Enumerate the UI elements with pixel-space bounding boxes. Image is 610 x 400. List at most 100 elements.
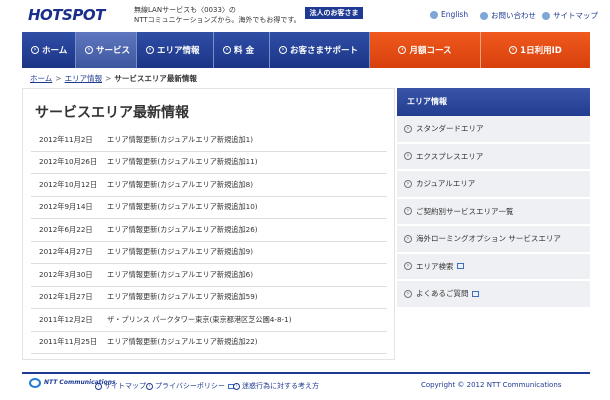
nav-service-label: サービス (96, 46, 131, 56)
footer-spam-policy-link[interactable]: › 迷惑行為に対する考え方 (233, 381, 319, 391)
sitemap-icon (542, 11, 550, 20)
sidebar-item-standard-area[interactable]: › スタンダードエリア (397, 116, 590, 144)
news-text: エリア情報更新(カジュアルエリア新規追加26) (107, 224, 258, 234)
footer-divider (22, 372, 590, 374)
corporate-customers-button[interactable]: 法人のお客さま (305, 7, 363, 19)
news-text: ザ・プリンス パークタワー東京(東京都港区芝公園4-8-1) (107, 314, 292, 324)
sidebar-item-roaming-area[interactable]: › 海外ローミングオプション サービスエリア (397, 226, 590, 254)
contact-link-label: お問い合わせ (491, 11, 536, 20)
nav-daily-id[interactable]: › 1日利用ID (481, 32, 590, 68)
chevron-right-icon: › (223, 46, 231, 54)
news-date: 2012年6月22日 (39, 224, 93, 234)
breadcrumb-home[interactable]: ホーム (30, 73, 52, 84)
sidebar-item-label: カジュアルエリア (416, 179, 476, 189)
news-item: 2012年6月22日 エリア情報更新(カジュアルエリア新規追加26) (31, 219, 387, 242)
chevron-right-icon: › (509, 46, 518, 54)
news-text: エリア情報更新(カジュアルエリア新規追加11) (107, 157, 258, 167)
news-item: 2012年11月2日 エリア情報更新(カジュアルエリア新規追加1) (31, 129, 387, 152)
sidebar-item-label: 海外ローミングオプション サービスエリア (416, 234, 561, 244)
nav-monthly-course[interactable]: › 月額コース (370, 32, 481, 68)
nav-service[interactable]: › サービス (76, 32, 137, 68)
chevron-right-icon: › (279, 46, 287, 54)
sidebar-item-area-search[interactable]: › エリア検索 (397, 253, 590, 281)
news-list: 2012年11月2日 エリア情報更新(カジュアルエリア新規追加1) 2012年1… (31, 129, 387, 354)
sidebar-item-contract-areas[interactable]: › ご契約別サービスエリア一覧 (397, 198, 590, 226)
chevron-right-icon: › (404, 152, 412, 161)
footer-privacy-link[interactable]: › プライバシーポリシー (146, 381, 234, 391)
news-date: 2012年3月30日 (39, 269, 93, 279)
nav-price[interactable]: › 料 金 (214, 32, 270, 68)
news-date: 2012年9月14日 (39, 202, 93, 212)
sitemap-link[interactable]: サイトマップ (542, 10, 598, 21)
nav-daily-label: 1日利用ID (520, 46, 562, 56)
nav-support-label: お客さまサポート (290, 46, 359, 56)
news-item: 2012年10月26日 エリア情報更新(カジュアルエリア新規追加11) (31, 152, 387, 174)
mail-icon (480, 11, 488, 20)
sidebar-item-label: よくあるご質問 (416, 289, 469, 299)
chevron-right-icon: › (146, 382, 153, 390)
sidebar-item-label: ご契約別サービスエリア一覧 (416, 206, 514, 216)
news-item: 2011年11月25日 エリア情報更新(カジュアルエリア新規追加22) (31, 332, 387, 354)
chevron-right-icon: › (95, 382, 102, 390)
breadcrumb-current: サービスエリア最新情報 (114, 74, 197, 83)
footer-spam-label: 迷惑行為に対する考え方 (242, 382, 319, 390)
chevron-right-icon: › (146, 46, 154, 54)
copyright: Copyright © 2012 NTT Communications (421, 381, 562, 389)
news-item: 2011年12月2日 ザ・プリンス パークタワー東京(東京都港区芝公園4-8-1… (31, 309, 387, 332)
nav-home[interactable]: › ホーム (22, 32, 76, 68)
tagline-line-1: 無線LANサービスも〈0033〉の (134, 6, 236, 14)
nav-area-info[interactable]: › エリア情報 (137, 32, 214, 68)
news-item: 2012年10月12日 エリア情報更新(カジュアルエリア新規追加8) (31, 174, 387, 197)
nav-monthly-label: 月額コース (409, 46, 452, 56)
news-text: エリア情報更新(カジュアルエリア新規追加59) (107, 292, 258, 302)
external-window-icon (471, 290, 479, 297)
external-window-icon (456, 263, 464, 270)
footer-privacy-label: プライバシーポリシー (155, 382, 225, 390)
sidebar-item-casual-area[interactable]: › カジュアルエリア (397, 171, 590, 199)
hotspot-logo[interactable]: HOTSPOT (28, 4, 124, 26)
page-title: サービスエリア最新情報 (35, 105, 189, 121)
chevron-right-icon: › (404, 179, 412, 188)
news-date: 2012年4月27日 (39, 247, 93, 257)
sidebar-item-label: エリア検索 (416, 261, 454, 271)
chevron-right-icon: › (85, 46, 93, 54)
news-text: エリア情報更新(カジュアルエリア新規追加9) (107, 247, 254, 257)
chevron-right-icon: › (404, 289, 412, 298)
nav-area-label: エリア情報 (157, 46, 200, 56)
tagline: 無線LANサービスも〈0033〉の NTTコミュニケーションズから。海外でもお得… (134, 5, 304, 25)
news-text: エリア情報更新(カジュアルエリア新規追加1) (107, 134, 254, 144)
news-date: 2012年10月26日 (39, 157, 98, 167)
english-link-label: English (441, 10, 469, 19)
news-date: 2012年1月27日 (39, 292, 93, 302)
news-date: 2011年11月25日 (39, 337, 98, 347)
sidebar-item-label: エクスプレスエリア (416, 151, 484, 161)
nav-price-label: 料 金 (234, 46, 254, 56)
chevron-right-icon: › (404, 262, 412, 271)
sidebar-item-faq[interactable]: › よくあるご質問 (397, 281, 590, 309)
news-item: 2012年9月14日 エリア情報更新(カジュアルエリア新規追加10) (31, 197, 387, 219)
site-footer: NTT Communications › サイトマップ › プライバシーポリシー… (0, 376, 610, 400)
news-text: エリア情報更新(カジュアルエリア新規追加10) (107, 202, 258, 212)
main-content: サービスエリア最新情報 2012年11月2日 エリア情報更新(カジュアルエリア新… (22, 88, 395, 360)
nav-home-label: ホーム (42, 46, 68, 56)
footer-sitemap-label: サイトマップ (104, 382, 146, 390)
sidebar-item-express-area[interactable]: › エクスプレスエリア (397, 143, 590, 171)
chevron-right-icon: › (404, 124, 412, 133)
news-item: 2012年4月27日 エリア情報更新(カジュアルエリア新規追加9) (31, 242, 387, 264)
tagline-line-2: NTTコミュニケーションズから。海外でもお得です。 (134, 16, 301, 24)
contact-link[interactable]: お問い合わせ (480, 10, 536, 21)
news-text: エリア情報更新(カジュアルエリア新規追加22) (107, 337, 258, 347)
chevron-right-icon: › (398, 46, 407, 54)
english-link[interactable]: English (430, 10, 468, 19)
chevron-right-icon: › (404, 234, 412, 243)
breadcrumb-separator: > (55, 74, 62, 83)
site-header: HOTSPOT 無線LANサービスも〈0033〉の NTTコミュニケーションズか… (0, 0, 610, 32)
breadcrumb-separator: > (105, 74, 112, 83)
footer-sitemap-link[interactable]: › サイトマップ (95, 381, 146, 391)
news-text: エリア情報更新(カジュアルエリア新規追加6) (107, 269, 254, 279)
ntt-logo-icon (29, 378, 41, 388)
sidebar-heading: エリア情報 (397, 88, 590, 116)
breadcrumb-area[interactable]: エリア情報 (65, 73, 103, 84)
chevron-right-icon: › (233, 382, 240, 390)
nav-support[interactable]: › お客さまサポート (270, 32, 370, 68)
